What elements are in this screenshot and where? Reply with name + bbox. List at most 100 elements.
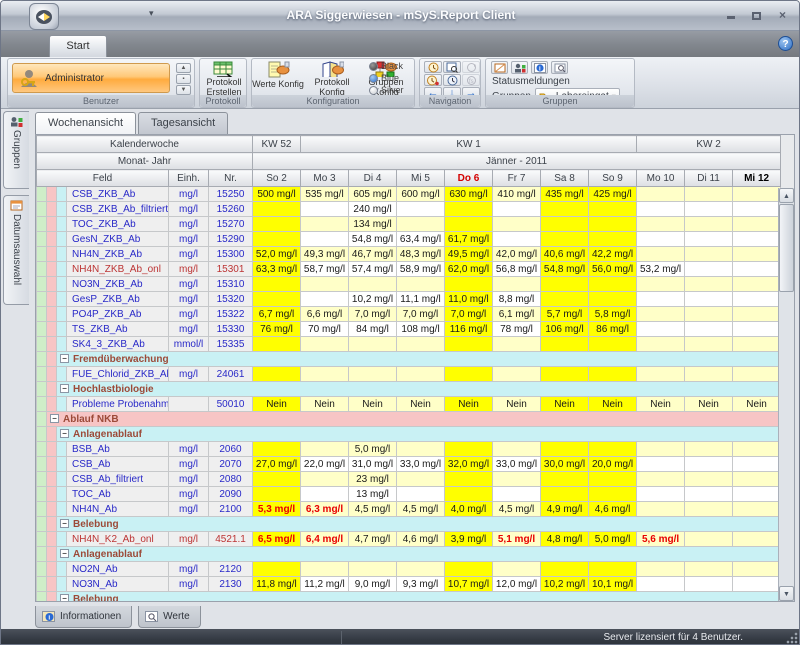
cell-value[interactable]: 30,0 mg/l xyxy=(541,457,589,472)
cell-value[interactable]: 23 mg/l xyxy=(349,472,397,487)
tab-informationen[interactable]: i Informationen xyxy=(35,606,132,628)
cell-value[interactable] xyxy=(733,187,781,202)
cell-value[interactable] xyxy=(637,292,685,307)
cell-value[interactable] xyxy=(637,577,685,592)
cell-value[interactable]: Nein xyxy=(397,397,445,412)
cell-value[interactable]: 48,3 mg/l xyxy=(397,247,445,262)
cell-value[interactable]: Nein xyxy=(253,397,301,412)
cell-value[interactable] xyxy=(493,202,541,217)
cell-value[interactable]: 6,6 mg/l xyxy=(301,307,349,322)
cell-value[interactable]: 11,1 mg/l xyxy=(397,292,445,307)
cell-value[interactable] xyxy=(541,232,589,247)
nav-history-back-button[interactable] xyxy=(424,61,442,73)
nav-fast-forward-button[interactable]: fs xyxy=(462,74,480,86)
cell-value[interactable] xyxy=(589,562,637,577)
cell-value[interactable] xyxy=(589,217,637,232)
cell-value[interactable] xyxy=(541,277,589,292)
cell-value[interactable] xyxy=(445,217,493,232)
cell-value[interactable]: 63,3 mg/l xyxy=(253,262,301,277)
cell-value[interactable] xyxy=(733,262,781,277)
cell-value[interactable]: 116 mg/l xyxy=(445,322,493,337)
cell-value[interactable] xyxy=(493,217,541,232)
cell-value[interactable]: 4,0 mg/l xyxy=(445,502,493,517)
cell-value[interactable]: 4,5 mg/l xyxy=(493,502,541,517)
cell-value[interactable] xyxy=(253,562,301,577)
cell-value[interactable]: Nein xyxy=(301,397,349,412)
cell-value[interactable] xyxy=(637,232,685,247)
cell-value[interactable]: 10,2 mg/l xyxy=(349,292,397,307)
cell-value[interactable]: 42,2 mg/l xyxy=(589,247,637,262)
cell-value[interactable]: 52,0 mg/l xyxy=(253,247,301,262)
cell-value[interactable]: 5,0 mg/l xyxy=(349,442,397,457)
cell-value[interactable]: 9,0 mg/l xyxy=(349,577,397,592)
cell-value[interactable] xyxy=(733,337,781,352)
cell-value[interactable]: 6,5 mg/l xyxy=(253,532,301,547)
cell-value[interactable]: 5,0 mg/l xyxy=(589,532,637,547)
cell-value[interactable] xyxy=(637,367,685,382)
cell-value[interactable] xyxy=(493,487,541,502)
cell-value[interactable]: 5,1 mg/l xyxy=(493,532,541,547)
cell-value[interactable] xyxy=(301,292,349,307)
cell-value[interactable]: Nein xyxy=(685,397,733,412)
collapse-icon[interactable]: − xyxy=(60,549,69,558)
cell-value[interactable] xyxy=(733,202,781,217)
cell-value[interactable]: 7,0 mg/l xyxy=(397,307,445,322)
nav-zoom-window-button[interactable] xyxy=(443,61,461,73)
collapse-icon[interactable]: − xyxy=(60,594,69,602)
cell-value[interactable]: 240 mg/l xyxy=(349,202,397,217)
cell-value[interactable] xyxy=(301,232,349,247)
cell-value[interactable] xyxy=(493,367,541,382)
cell-value[interactable]: 12,0 mg/l xyxy=(493,577,541,592)
cell-value[interactable] xyxy=(637,457,685,472)
collapse-icon[interactable]: − xyxy=(50,414,59,423)
cell-value[interactable]: Nein xyxy=(493,397,541,412)
cell-value[interactable]: 63,4 mg/l xyxy=(397,232,445,247)
tab-tagesansicht[interactable]: Tagesansicht xyxy=(138,112,228,134)
cell-value[interactable] xyxy=(397,367,445,382)
maximize-button[interactable] xyxy=(748,8,765,20)
cell-value[interactable] xyxy=(493,562,541,577)
cell-value[interactable]: 5,6 mg/l xyxy=(637,532,685,547)
cell-value[interactable] xyxy=(301,472,349,487)
help-button[interactable]: ? xyxy=(778,36,793,51)
cell-value[interactable] xyxy=(349,277,397,292)
cell-value[interactable] xyxy=(541,292,589,307)
cell-value[interactable]: 22,0 mg/l xyxy=(301,457,349,472)
cell-value[interactable] xyxy=(733,442,781,457)
cell-value[interactable] xyxy=(733,577,781,592)
cell-value[interactable] xyxy=(637,562,685,577)
protokoll-konfig-button[interactable]: Protokoll Konfig xyxy=(306,61,358,97)
cell-value[interactable] xyxy=(253,217,301,232)
cell-value[interactable] xyxy=(733,322,781,337)
cell-value[interactable] xyxy=(733,532,781,547)
cell-value[interactable] xyxy=(733,502,781,517)
cell-value[interactable] xyxy=(493,232,541,247)
cell-value[interactable] xyxy=(733,247,781,262)
cell-value[interactable] xyxy=(637,472,685,487)
cell-value[interactable]: 49,3 mg/l xyxy=(301,247,349,262)
cell-value[interactable]: 3,9 mg/l xyxy=(445,532,493,547)
cell-value[interactable]: 4,6 mg/l xyxy=(397,532,445,547)
cell-value[interactable] xyxy=(685,532,733,547)
cell-value[interactable]: 630 mg/l xyxy=(445,187,493,202)
cell-value[interactable] xyxy=(637,307,685,322)
cell-value[interactable] xyxy=(493,337,541,352)
cell-value[interactable]: 4,9 mg/l xyxy=(541,502,589,517)
cell-value[interactable]: 46,7 mg/l xyxy=(349,247,397,262)
cell-value[interactable] xyxy=(733,457,781,472)
cell-value[interactable]: 500 mg/l xyxy=(253,187,301,202)
cell-value[interactable]: Nein xyxy=(445,397,493,412)
scrollbar-thumb[interactable] xyxy=(779,204,794,292)
cell-value[interactable] xyxy=(301,487,349,502)
cell-value[interactable] xyxy=(493,442,541,457)
cell-value[interactable] xyxy=(589,232,637,247)
cell-value[interactable] xyxy=(733,472,781,487)
cell-value[interactable]: 53,2 mg/l xyxy=(637,262,685,277)
cell-value[interactable]: 6,3 mg/l xyxy=(301,502,349,517)
cell-value[interactable] xyxy=(397,217,445,232)
cell-value[interactable]: Nein xyxy=(349,397,397,412)
cell-value[interactable] xyxy=(685,232,733,247)
cell-value[interactable]: 42,0 mg/l xyxy=(493,247,541,262)
cell-value[interactable] xyxy=(685,202,733,217)
cell-value[interactable] xyxy=(637,202,685,217)
